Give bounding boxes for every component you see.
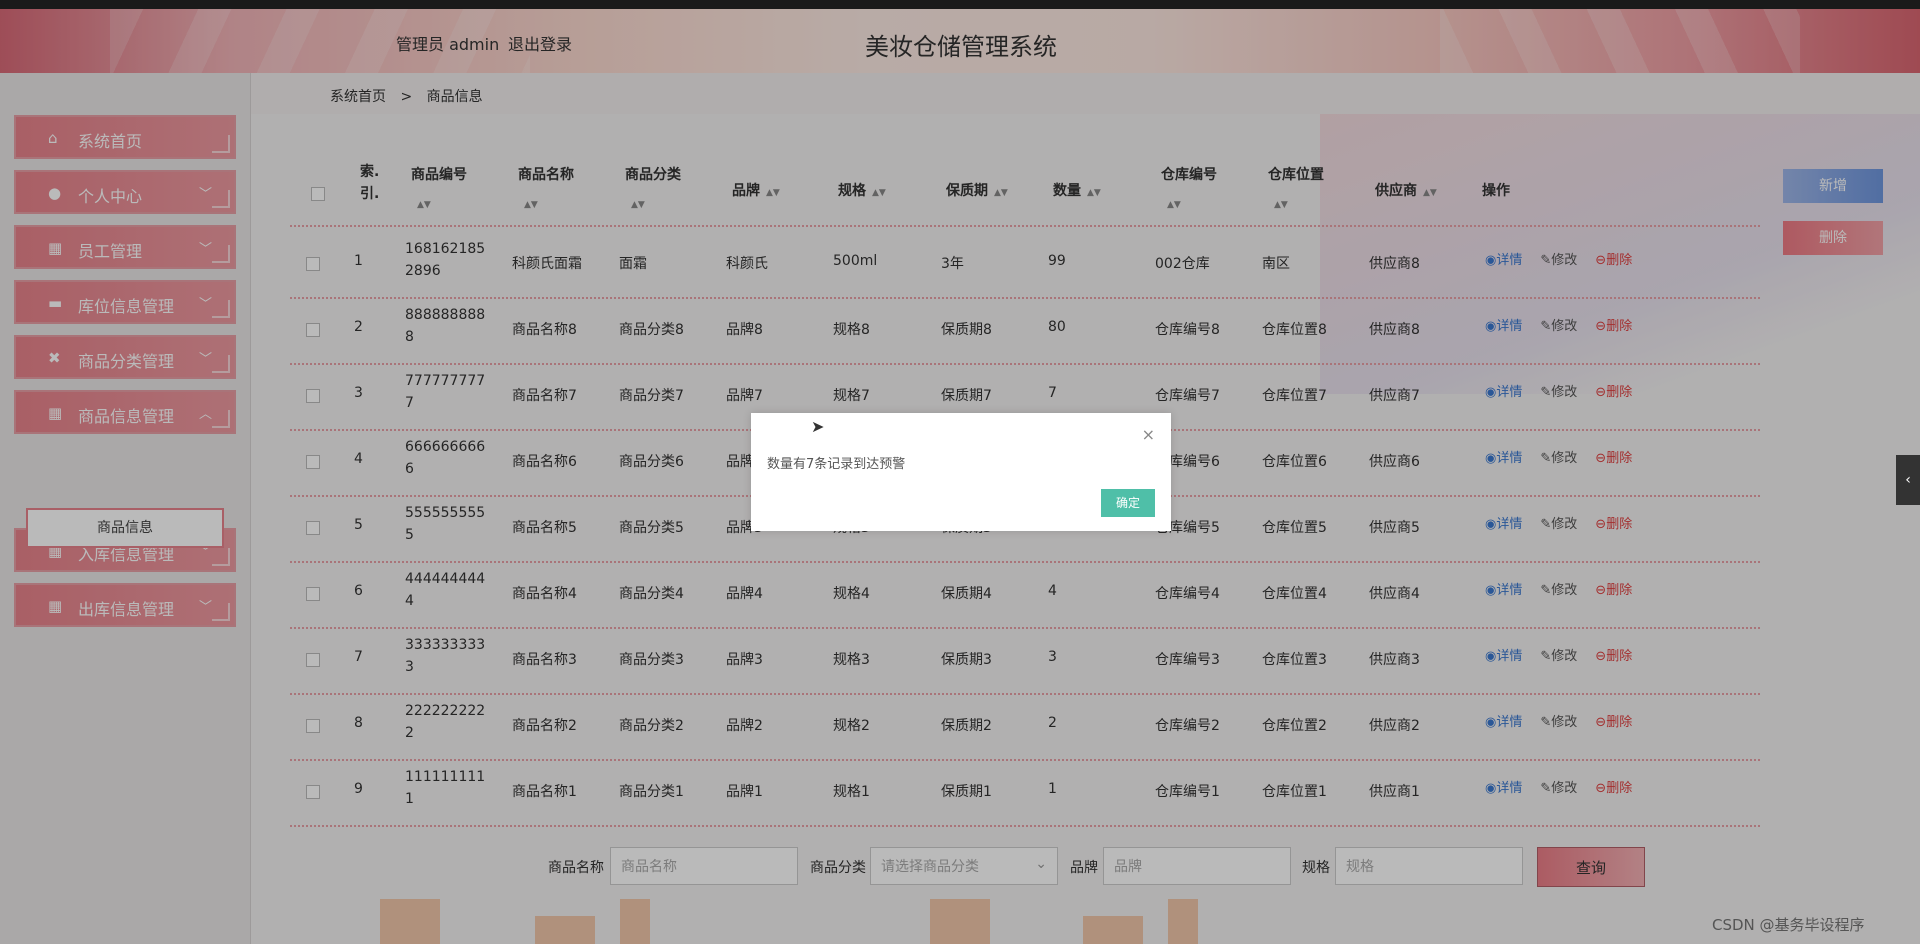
alert-message: 数量有7条记录到达预警 (767, 457, 906, 472)
chevron-left-icon: ‹ (1905, 472, 1911, 488)
close-icon[interactable]: × (1142, 425, 1155, 444)
watermark: CSDN @基务毕设程序 (1712, 916, 1865, 934)
mouse-cursor-icon: ➤ (811, 417, 825, 436)
side-collapse-tab[interactable]: ‹ (1896, 455, 1920, 505)
confirm-button[interactable]: 确定 (1101, 489, 1155, 517)
